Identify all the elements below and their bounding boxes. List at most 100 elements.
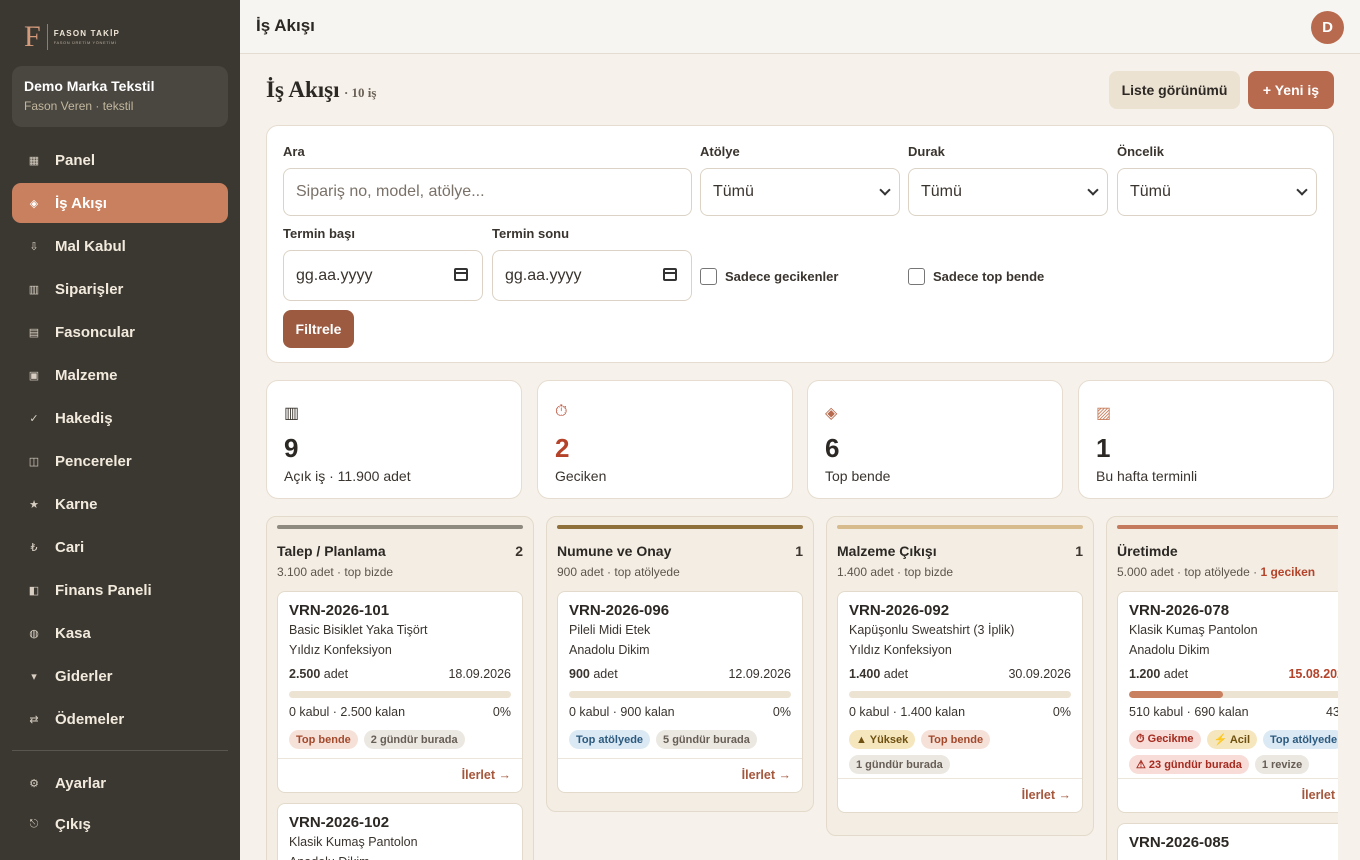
job-card[interactable]: VRN-2026-101 Basic Bisiklet Yaka Tişört Yı… [277, 591, 523, 793]
org-subtitle: Fason Veren · tekstil [24, 99, 134, 113]
quantity: 1.200 adet [1129, 667, 1188, 681]
progress-percent: 0% [772, 705, 791, 719]
search-input[interactable]: Sipariş no, model, atölye... [283, 168, 692, 216]
start-date-label: Termin başı [283, 226, 356, 241]
end-date-label: Termin sonu [492, 226, 570, 241]
tag-list: Top bende 2 gündür burada [289, 730, 516, 749]
job-card[interactable]: VRN-2026-102 Klasik Kumaş Pantolon Anadolu… [277, 803, 523, 860]
stat-card: ⏱ 2 Geciken [537, 380, 793, 499]
job-card[interactable]: VRN-2026-078 Klasik Kumaş Pantolon Anadolu… [1117, 591, 1338, 813]
nav-icon: ✓ [29, 412, 39, 425]
received-remaining: 0 kabul · 1.400 kalan [849, 705, 966, 719]
sidebar-item-siparisler[interactable]: ▥ Siparişler [12, 269, 228, 309]
sidebar-item-label: Panel [55, 151, 96, 169]
nav-icon: ▥ [28, 283, 40, 296]
checkbox[interactable] [908, 268, 925, 285]
page-title: İş Akışı [266, 77, 340, 102]
sidebar-item-kasa[interactable]: ◍ Kasa [12, 613, 228, 653]
status-badge: Top bende [289, 730, 358, 749]
order-code: VRN-2026-102 [289, 814, 390, 831]
ball-only-checkbox[interactable]: Sadece top bende [908, 268, 1044, 285]
sidebar-item-label: Kasa [55, 624, 91, 642]
brand-logo[interactable]: F FASON TAKİP FASON ÜRETİM YÖNETİMİ [24, 22, 121, 52]
column-subtitle: 900 adet · top atölyede [557, 565, 680, 579]
sidebar-item-fasoncular[interactable]: ▤ Fasoncular [12, 312, 228, 352]
end-date-input[interactable]: gg.aa.yyyy [492, 250, 692, 301]
shop-select[interactable]: Tümü [700, 168, 900, 216]
stat-icon: ▥ [284, 405, 300, 422]
card-footer: İlerlet → [278, 758, 522, 792]
kanban-column: Talep / Planlama 2 3.100 adet · top bizde V… [266, 516, 534, 860]
nav-icon: ◍ [29, 627, 39, 640]
kanban-column: Numune ve Onay 1 900 adet · top atölyede VR… [546, 516, 814, 812]
logo-letter: F [24, 22, 48, 52]
workshop-name: Yıldız Konfeksiyon [849, 643, 952, 657]
tag-list: ▲ Yüksek Top bende 1 gündür burada [849, 730, 1076, 774]
sidebar-item-odemeler[interactable]: ⇄ Ödemeler [12, 699, 228, 739]
order-code: VRN-2026-092 [849, 602, 950, 619]
kanban-board: Talep / Planlama 2 3.100 adet · top bizde V… [266, 516, 1338, 860]
job-card[interactable]: VRN-2026-085 [1117, 823, 1338, 860]
new-job-button[interactable]: + Yeni iş [1248, 71, 1334, 109]
sidebar-item-malzeme[interactable]: ▣ Malzeme [12, 355, 228, 395]
sidebar-item-mal-kabul[interactable]: ⇩ Mal Kabul [12, 226, 228, 266]
status-badge: 1 revize [1254, 755, 1310, 774]
stat-card: ▨ 1 Bu hafta terminli [1078, 380, 1334, 499]
stop-select[interactable]: Tümü [908, 168, 1108, 216]
stop-label: Durak [908, 144, 945, 159]
sidebar-item-cari[interactable]: ₺ Cari [12, 527, 228, 567]
received-remaining: 0 kabul · 2.500 kalan [289, 705, 406, 719]
org-switcher[interactable]: Demo Marka Tekstil Fason Veren · tekstil [12, 66, 228, 127]
column-color-bar [1117, 525, 1338, 529]
list-view-button[interactable]: Liste görünümü [1109, 71, 1240, 109]
search-label: Ara [283, 144, 305, 159]
progress-percent: 43% [1325, 705, 1338, 719]
sidebar-item-i-s-akisi[interactable]: ◈ İş Akışı [12, 183, 228, 223]
column-count: 1 [795, 543, 803, 559]
card-footer: İlerlet → [838, 778, 1082, 812]
job-card[interactable]: VRN-2026-096 Pileli Midi Etek Anadolu Diki… [557, 591, 803, 793]
nav-icon: ⇄ [29, 713, 39, 726]
priority-select[interactable]: Tümü [1117, 168, 1317, 216]
column-subtitle: 5.000 adet · top atölyede · 1 geciken [1117, 565, 1316, 579]
start-date-input[interactable]: gg.aa.yyyy [283, 250, 483, 301]
progress-bar [569, 691, 791, 698]
quantity: 900 adet [569, 667, 618, 681]
job-card[interactable]: VRN-2026-092 Kapüşonlu Sweatshirt (3 İpli… [837, 591, 1083, 813]
workshop-name: Anadolu Dikim [1129, 643, 1210, 657]
progress-percent: 0% [492, 705, 511, 719]
sidebar-item-ayarlar[interactable]: ⚙ Ayarlar [12, 763, 228, 803]
sidebar-item-finans-paneli[interactable]: ◧ Finans Paneli [12, 570, 228, 610]
workshop-name: Yıldız Konfeksiyon [289, 643, 392, 657]
sidebar-item-hakedis[interactable]: ✓ Hakediş [12, 398, 228, 438]
stat-value: 9 [284, 433, 299, 463]
advance-link[interactable]: İlerlet → [1022, 788, 1071, 802]
advance-link[interactable]: İlerlet → [462, 768, 511, 782]
sidebar-item-panel[interactable]: ▦ Panel [12, 140, 228, 180]
late-only-checkbox[interactable]: Sadece gecikenler [700, 268, 838, 285]
nav-icon: ◈ [29, 197, 39, 210]
stat-icon: ◈ [825, 405, 838, 422]
chevron-down-icon [1087, 184, 1099, 196]
sidebar-item-label: Siparişler [55, 280, 124, 298]
status-badge: ⏱ Gecikme [1129, 730, 1201, 749]
progress-bar [289, 691, 511, 698]
sidebar-item-karne[interactable]: ★ Karne [12, 484, 228, 524]
model-name: Basic Bisiklet Yaka Tişört [289, 623, 428, 637]
logo-title: FASON TAKİP [53, 29, 121, 38]
nav-icon: ★ [29, 498, 39, 511]
sidebar-item-label: Karne [55, 495, 98, 513]
due-date: 12.09.2026 [728, 667, 791, 681]
card-footer: İlerlet → [1118, 778, 1338, 812]
checkbox[interactable] [700, 268, 717, 285]
sidebar-item-pencereler[interactable]: ◫ Pencereler [12, 441, 228, 481]
sidebar-item-cikis[interactable]: ⎋ Çıkış [12, 804, 228, 844]
user-avatar[interactable]: D [1311, 11, 1344, 44]
sidebar-item-giderler[interactable]: ▾ Giderler [12, 656, 228, 696]
advance-link[interactable]: İlerlet → [1302, 788, 1338, 802]
column-count: 2 [515, 543, 523, 559]
advance-link[interactable]: İlerlet → [742, 768, 791, 782]
stat-label: Top bende [825, 468, 891, 484]
sidebar-item-label: Çıkış [55, 815, 91, 833]
filter-button[interactable]: Filtrele [283, 310, 354, 348]
